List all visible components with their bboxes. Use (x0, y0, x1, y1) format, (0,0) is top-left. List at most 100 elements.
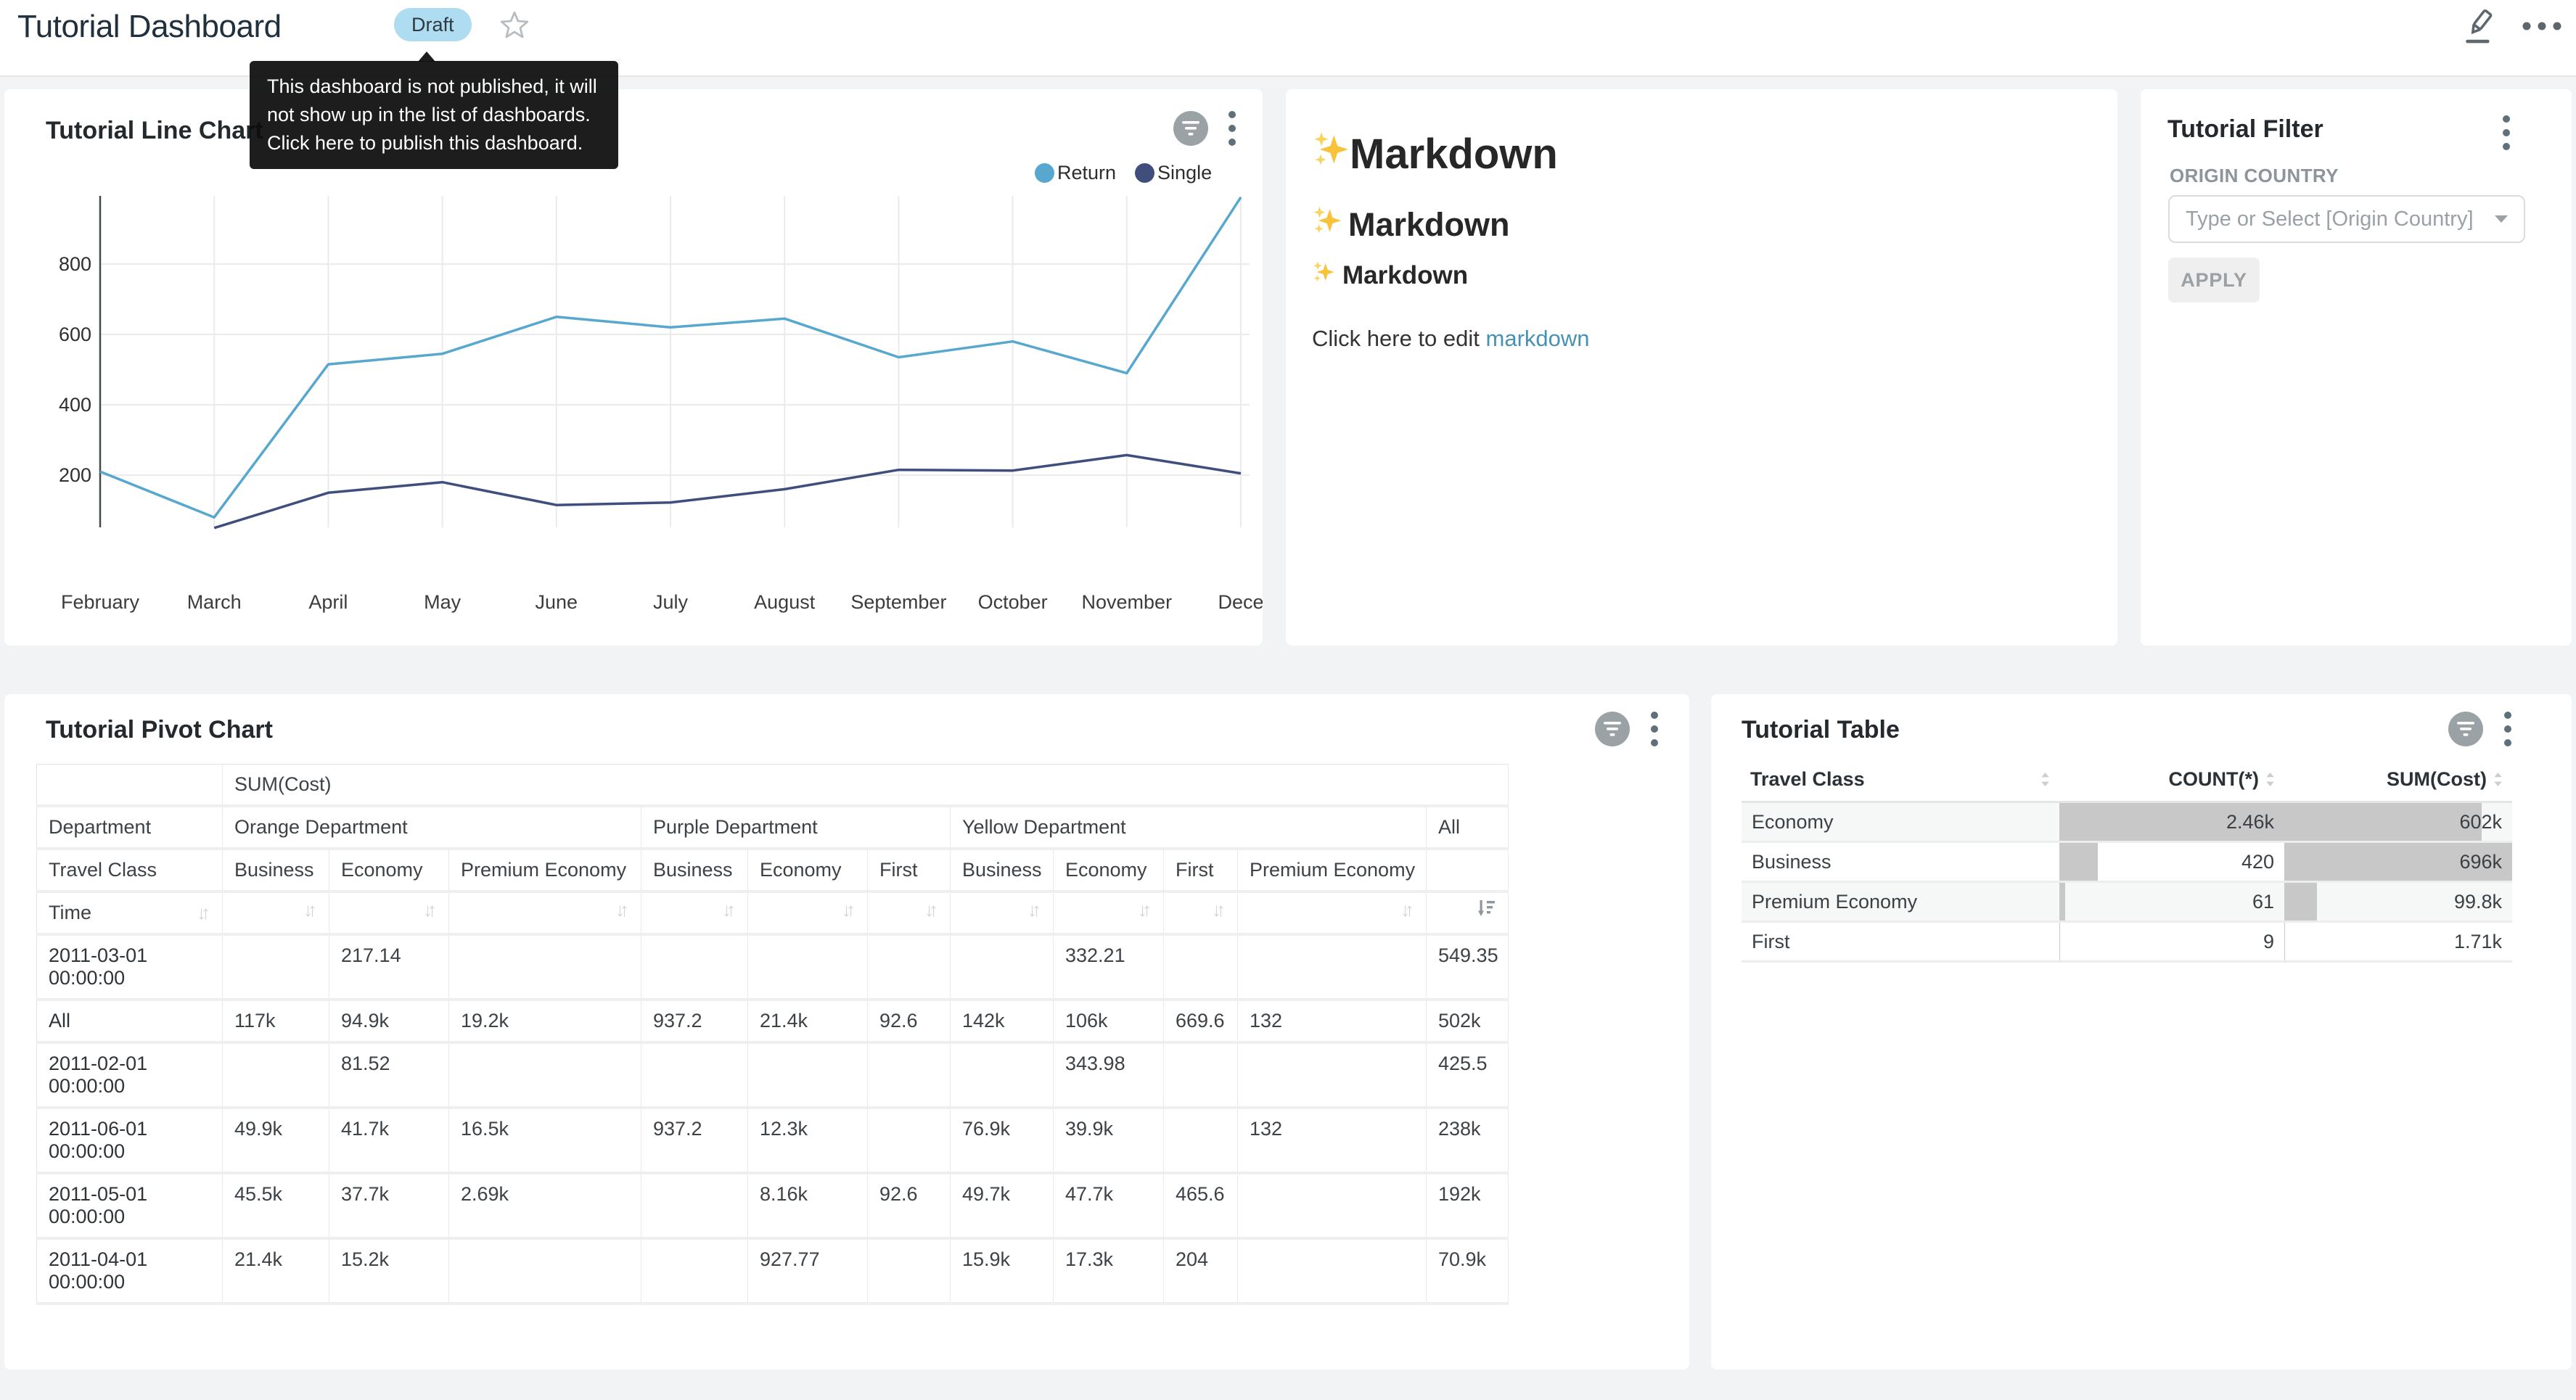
pivot-cell: 132 (1238, 1000, 1427, 1042)
svg-text:October: October (978, 591, 1048, 613)
pivot-cell: 47.7k (1054, 1173, 1164, 1238)
pivot-cell: 927.77 (748, 1238, 868, 1304)
sort-icon[interactable]: ↓↑ (615, 899, 629, 921)
column-header-count[interactable]: COUNT(*) (2059, 764, 2284, 802)
pivot-table-body: 2011-03-01 00:00:00217.14332.21549.35All… (37, 934, 1509, 1304)
cell-count: 9 (2059, 922, 2284, 962)
sort-icon[interactable]: ↓↑ (423, 899, 437, 921)
apply-button[interactable]: APPLY (2168, 258, 2260, 302)
pivot-cell (449, 1042, 641, 1108)
pivot-cell (1238, 1238, 1427, 1304)
svg-text:Dece: Dece (1218, 591, 1263, 613)
pivot-cell: 37.7k (329, 1173, 449, 1238)
table-body: Economy2.46k602kBusiness420696kPremium E… (1742, 802, 2512, 962)
cell-sum: 696k (2284, 842, 2512, 882)
sparkles-icon (1312, 260, 1335, 290)
sort-desc-active-icon[interactable] (1477, 899, 1496, 918)
pivot-kebab-icon[interactable] (1650, 710, 1659, 753)
pivot-cell: 2.69k (449, 1173, 641, 1238)
sparkles-icon (1312, 130, 1350, 178)
pivot-cell: 41.7k (329, 1108, 449, 1173)
pivot-row-label: 2011-04-01 00:00:00 (37, 1238, 223, 1304)
sort-icon[interactable]: ↓↑ (1027, 899, 1041, 921)
more-ellipsis-icon[interactable] (2521, 19, 2564, 37)
pivot-cell: 8.16k (748, 1173, 868, 1238)
table-row[interactable]: Premium Economy6199.8k (1742, 882, 2512, 922)
applied-filter-badge-icon[interactable] (2448, 712, 2483, 746)
pivot-cell (223, 934, 329, 1000)
cell-travel-class: Premium Economy (1742, 882, 2059, 922)
publish-tooltip: This dashboard is not published, it will… (250, 61, 618, 169)
pivot-cell (449, 1238, 641, 1304)
pivot-cell: 142k (951, 1000, 1054, 1042)
cell-travel-class: First (1742, 922, 2059, 962)
pivot-col-header: Premium Economy (449, 849, 641, 892)
svg-text:March: March (187, 591, 242, 613)
origin-country-select[interactable]: Type or Select [Origin Country] (2168, 195, 2525, 243)
table-row[interactable]: Business420696k (1742, 842, 2512, 882)
pivot-cell: 39.9k (1054, 1108, 1164, 1173)
pivot-row-label: 2011-05-01 00:00:00 (37, 1173, 223, 1238)
pivot-cell (868, 934, 951, 1000)
svg-text:February: February (61, 591, 140, 613)
pivot-cell (868, 1042, 951, 1108)
pivot-col-header: First (1164, 849, 1238, 892)
pivot-cell: 21.4k (223, 1238, 329, 1304)
pivot-cell: 45.5k (223, 1173, 329, 1238)
origin-country-label: ORIGIN COUNTRY (2170, 165, 2339, 187)
select-placeholder: Type or Select [Origin Country] (2186, 207, 2495, 231)
sort-icon[interactable]: ↓↑ (197, 902, 210, 924)
pivot-measure-header: SUM(Cost) (223, 765, 1509, 807)
draft-badge[interactable]: Draft (394, 8, 472, 41)
pivot-cell (1238, 934, 1427, 1000)
edit-markdown-link[interactable]: markdown (1486, 326, 1590, 351)
sort-icon[interactable]: ↓↑ (1138, 899, 1152, 921)
pivot-cell (951, 1042, 1054, 1108)
sort-icon[interactable]: ↓↑ (303, 899, 317, 921)
pivot-group-header: All (1427, 806, 1509, 849)
markdown-h1: Markdown (1312, 130, 1558, 178)
pivot-cell: 343.98 (1054, 1042, 1164, 1108)
page-title: Tutorial Dashboard (17, 9, 282, 45)
cell-count: 420 (2059, 842, 2284, 882)
table-row[interactable]: First91.71k (1742, 922, 2512, 962)
pivot-col-header (1427, 849, 1509, 892)
pivot-cell: 92.6 (868, 1000, 951, 1042)
markdown-panel[interactable]: Markdown Markdown Markdown Click here to… (1286, 89, 2117, 646)
column-header-travel-class[interactable]: Travel Class (1742, 764, 2059, 802)
sort-arrows-icon (2265, 771, 2276, 788)
edit-pencil-icon[interactable] (2460, 6, 2499, 50)
svg-text:200: 200 (59, 464, 91, 486)
pivot-cell: 16.5k (449, 1108, 641, 1173)
sort-icon[interactable]: ↓↑ (924, 899, 938, 921)
pivot-cell (641, 1173, 748, 1238)
sort-icon[interactable]: ↓↑ (1212, 899, 1226, 921)
pivot-cell: 76.9k (951, 1108, 1054, 1173)
svg-text:July: July (653, 591, 689, 613)
column-header-sum-cost[interactable]: SUM(Cost) (2284, 764, 2512, 802)
pivot-cell: 17.3k (1054, 1238, 1164, 1304)
table-panel: Tutorial Table Travel Class COUNT(*) SUM… (1711, 694, 2572, 1370)
sort-icon[interactable]: ↓↑ (842, 899, 856, 921)
filter-kebab-icon[interactable] (2502, 114, 2511, 157)
svg-text:800: 800 (59, 253, 91, 275)
pivot-table: SUM(Cost)DepartmentOrange DepartmentPurp… (36, 764, 1509, 1305)
pivot-cell (748, 1042, 868, 1108)
pivot-row-label: 2011-03-01 00:00:00 (37, 934, 223, 1000)
sort-icon[interactable]: ↓↑ (722, 899, 736, 921)
line-chart-plot[interactable]: 200400600800FebruaryMarchAprilMayJuneJul… (4, 89, 1263, 646)
table-kebab-icon[interactable] (2503, 710, 2512, 753)
pivot-cell: 92.6 (868, 1173, 951, 1238)
table-row[interactable]: Economy2.46k602k (1742, 802, 2512, 842)
pivot-cell: 204 (1164, 1238, 1238, 1304)
sort-arrows-icon (2040, 771, 2051, 788)
applied-filter-badge-icon[interactable] (1595, 712, 1630, 746)
pivot-cell: 15.9k (951, 1238, 1054, 1304)
header-actions (2460, 4, 2564, 51)
pivot-measure-row: SUM(Cost) (37, 765, 1509, 807)
pivot-cell (223, 1042, 329, 1108)
pivot-cell: 49.9k (223, 1108, 329, 1173)
sort-icon[interactable]: ↓↑ (1400, 899, 1414, 921)
favorite-star-icon[interactable] (499, 10, 530, 41)
filter-panel-title: Tutorial Filter (2167, 115, 2323, 144)
